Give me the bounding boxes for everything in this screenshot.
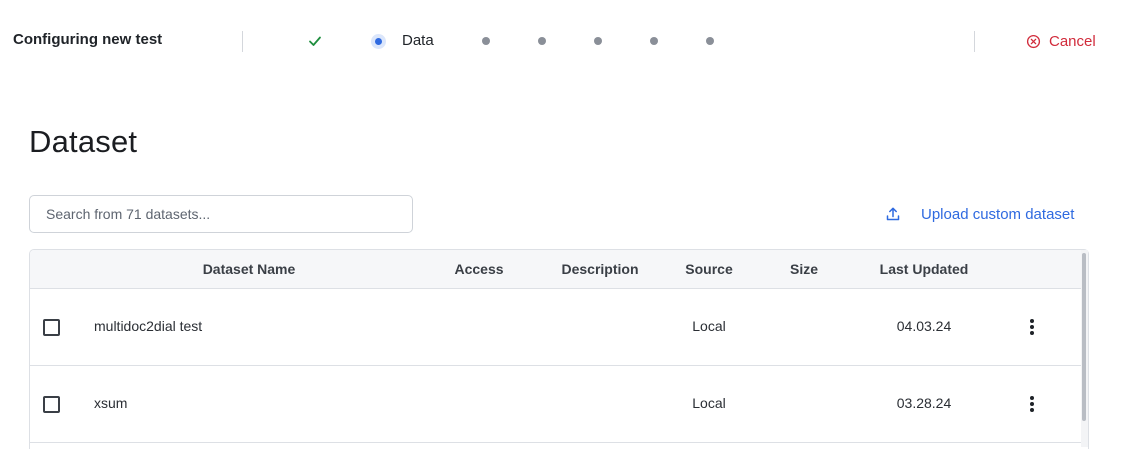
header-divider-left (242, 31, 243, 52)
check-icon (309, 36, 321, 46)
upload-label: Upload custom dataset (921, 205, 1075, 223)
row-more-options-icon[interactable] (1026, 317, 1038, 337)
step-pending-dot (706, 37, 714, 45)
page-title: Dataset (29, 124, 138, 159)
dataset-name-cell: multidoc2dial test (94, 318, 203, 334)
last-updated-cell: 03.28.24 (896, 395, 952, 411)
close-circle-icon (1026, 34, 1041, 48)
step-pending-dot (594, 37, 602, 45)
table-row[interactable]: multidoc2dial test Local 04.03.24 (30, 289, 1088, 366)
wizard-title: Configuring new test (13, 31, 163, 48)
row-checkbox[interactable] (43, 319, 60, 336)
last-updated-cell: 04.03.24 (896, 318, 952, 334)
wizard-header: Configuring new test Data Cancel (0, 0, 1121, 82)
column-header-access[interactable]: Access (454, 261, 503, 277)
step-current-indicator (371, 34, 386, 49)
step-current-label: Data (402, 32, 434, 49)
dataset-table: Dataset Name Access Description Source S… (29, 249, 1089, 449)
column-header-source[interactable]: Source (685, 261, 732, 277)
cancel-button[interactable]: Cancel (1026, 30, 1096, 52)
table-row[interactable]: xsum Local 03.28.24 (30, 366, 1088, 443)
table-header: Dataset Name Access Description Source S… (30, 250, 1088, 289)
row-more-options-icon[interactable] (1026, 394, 1038, 414)
step-pending-dot (538, 37, 546, 45)
cancel-label: Cancel (1049, 32, 1096, 50)
table-scrollbar-thumb[interactable] (1082, 253, 1086, 421)
step-pending-dot (650, 37, 658, 45)
upload-custom-dataset-button[interactable]: Upload custom dataset (885, 203, 1074, 225)
source-cell: Local (692, 318, 726, 334)
header-divider-right (974, 31, 975, 52)
upload-icon (886, 207, 900, 221)
row-checkbox[interactable] (43, 396, 60, 413)
search-input[interactable] (29, 195, 413, 233)
column-header-size[interactable]: Size (790, 261, 818, 277)
step-pending-dot (482, 37, 490, 45)
dataset-name-cell: xsum (94, 395, 128, 411)
column-header-description[interactable]: Description (561, 261, 638, 277)
column-header-dataset-name[interactable]: Dataset Name (203, 261, 296, 277)
source-cell: Local (692, 395, 726, 411)
column-header-last-updated[interactable]: Last Updated (880, 261, 969, 277)
